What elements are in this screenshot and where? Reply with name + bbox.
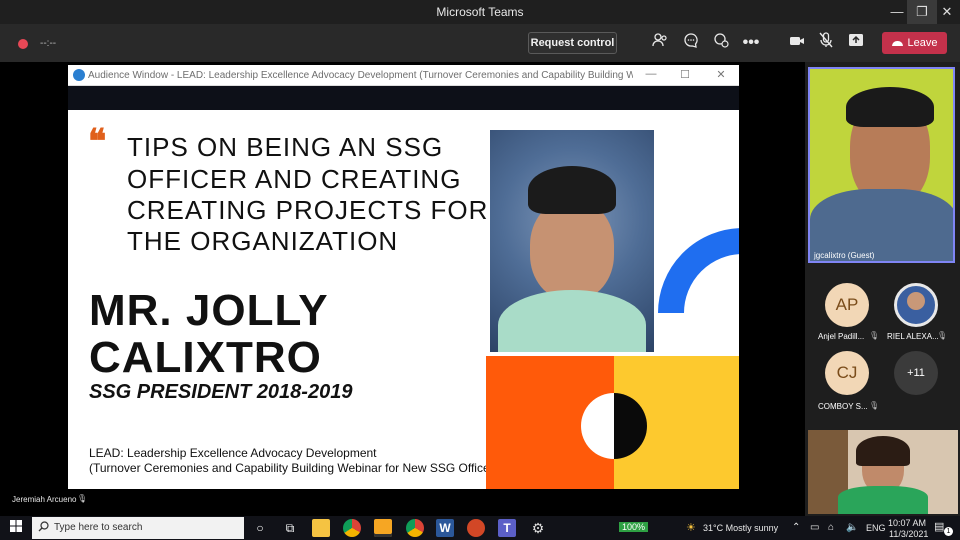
speaker-name-line-2: CALIXTRO bbox=[89, 333, 322, 382]
audience-window-titlebar: Audience Window - LEAD: Leadership Excel… bbox=[68, 65, 739, 86]
weather-text[interactable]: 31°C Mostly sunny bbox=[703, 523, 778, 533]
more-participants-button[interactable]: +11 bbox=[894, 351, 938, 395]
meeting-toolbar: --:-- Request control ••• Leave bbox=[0, 24, 960, 62]
word-icon[interactable]: W bbox=[436, 519, 454, 537]
quote-mark-icon: ❝ bbox=[88, 122, 107, 162]
slide-heading-line-3: CREATING PROJECTS FOR bbox=[127, 195, 489, 225]
participant-name-ap: Anjel Padill... bbox=[818, 332, 865, 341]
participant-name-cj: COMBOY S... bbox=[818, 402, 868, 411]
weather-icon: ☀ bbox=[686, 522, 696, 534]
notifications-icon[interactable]: ▤ bbox=[934, 520, 944, 533]
audience-window-title: Audience Window - LEAD: Leadership Excel… bbox=[88, 70, 633, 81]
camera-icon[interactable] bbox=[786, 32, 808, 54]
presenter-name-label: Jeremiah Arcueno bbox=[12, 495, 77, 504]
search-placeholder: Type here to search bbox=[54, 522, 143, 533]
more-actions-icon[interactable]: ••• bbox=[740, 32, 762, 54]
windows-taskbar: Type here to search ○ ⧉ W T ⚙ 100% ☀ 31°… bbox=[0, 516, 960, 540]
slide-heading-line-2: OFFICER AND CREATING bbox=[127, 164, 462, 194]
participant-video-second[interactable] bbox=[808, 430, 958, 514]
powerpoint-icon[interactable] bbox=[467, 519, 485, 537]
portrait-face bbox=[530, 200, 614, 300]
slide-footer-line-2: (Turnover Ceremonies and Capability Buil… bbox=[89, 461, 504, 475]
share-content-icon[interactable] bbox=[845, 32, 867, 54]
speaker-portrait bbox=[490, 130, 654, 352]
cortana-icon[interactable]: ○ bbox=[251, 519, 269, 537]
leave-label: Leave bbox=[907, 37, 938, 49]
participant-video-label: jgcalixtro (Guest) bbox=[814, 251, 875, 260]
mic-muted-icon: 🎙 bbox=[937, 331, 948, 340]
presentation-slide: ❝ TIPS ON BEING AN SSG OFFICER AND CREAT… bbox=[68, 110, 739, 489]
meet-now-icon[interactable]: ▭ bbox=[810, 522, 819, 533]
portrait-hair bbox=[528, 166, 616, 214]
speaker-name-line-1: MR. JOLLY bbox=[89, 286, 329, 335]
participant-avatar-ap[interactable]: AP bbox=[825, 283, 869, 327]
start-button[interactable] bbox=[7, 519, 25, 537]
presenter-mic-muted-icon: 🎙 bbox=[77, 494, 88, 503]
participant-name-riel: RIEL ALEXA... bbox=[887, 332, 939, 341]
recording-dot-icon bbox=[18, 39, 28, 49]
sticky-notes-icon[interactable] bbox=[374, 519, 392, 537]
riel-photo-face bbox=[907, 292, 925, 310]
window-title: Microsoft Teams bbox=[436, 5, 524, 19]
audience-close-button[interactable]: ✕ bbox=[711, 68, 731, 82]
audience-minimize-button[interactable]: — bbox=[641, 68, 661, 82]
audience-window: Audience Window - LEAD: Leadership Excel… bbox=[68, 65, 739, 489]
participant-avatar-riel[interactable] bbox=[894, 283, 938, 327]
tray-chevron-icon[interactable]: ⌃ bbox=[792, 522, 800, 533]
slide-top-band bbox=[68, 86, 739, 110]
clock-time[interactable]: 10:07 AM bbox=[888, 518, 926, 528]
task-view-icon[interactable]: ⧉ bbox=[281, 519, 299, 537]
speaker-role: SSG PRESIDENT 2018-2019 bbox=[89, 381, 353, 403]
portrait-shirt bbox=[498, 290, 646, 352]
mic-muted-icon: 🎙 bbox=[869, 401, 880, 410]
search-icon bbox=[38, 521, 49, 535]
half-circle-shape bbox=[581, 393, 647, 459]
participant-video-main[interactable]: jgcalixtro (Guest) bbox=[808, 67, 955, 263]
app-logo-icon bbox=[73, 69, 85, 81]
phone-hangup-icon bbox=[891, 40, 903, 46]
participant-hair bbox=[856, 436, 910, 466]
chat-icon[interactable] bbox=[680, 32, 702, 54]
meeting-timer: --:-- bbox=[40, 38, 57, 49]
reactions-icon[interactable] bbox=[710, 32, 732, 54]
taskbar-search-box[interactable]: Type here to search bbox=[32, 517, 244, 539]
chrome-profile-icon[interactable] bbox=[406, 519, 424, 537]
network-icon[interactable]: ⌂ bbox=[828, 522, 834, 533]
participant-hair bbox=[846, 87, 934, 127]
notification-count: 1 bbox=[944, 527, 953, 536]
chrome-icon[interactable] bbox=[343, 519, 361, 537]
file-explorer-icon[interactable] bbox=[312, 519, 330, 537]
participant-avatar-cj[interactable]: CJ bbox=[825, 351, 869, 395]
battery-meter-badge: 100% bbox=[619, 522, 649, 532]
audience-maximize-button[interactable]: ☐ bbox=[675, 68, 695, 82]
language-indicator[interactable]: ENG bbox=[866, 523, 886, 533]
title-bar: Microsoft Teams — ❐ ✕ bbox=[0, 0, 960, 24]
close-window-button[interactable]: ✕ bbox=[932, 0, 960, 24]
volume-icon[interactable]: 🔈 bbox=[846, 522, 858, 533]
slide-heading-line-1: TIPS ON BEING AN SSG bbox=[127, 132, 444, 162]
request-control-button[interactable]: Request control bbox=[528, 32, 617, 54]
teams-icon[interactable]: T bbox=[498, 519, 516, 537]
slide-footer-line-1: LEAD: Leadership Excellence Advocacy Dev… bbox=[89, 446, 377, 460]
leave-button[interactable]: Leave bbox=[882, 32, 947, 54]
clock-date[interactable]: 11/3/2021 bbox=[889, 529, 928, 539]
mic-muted-icon: 🎙 bbox=[869, 331, 880, 340]
participants-icon[interactable] bbox=[649, 32, 671, 54]
settings-gear-icon[interactable]: ⚙ bbox=[529, 519, 547, 537]
participant-shirt bbox=[838, 486, 928, 514]
mic-muted-icon[interactable] bbox=[815, 32, 837, 54]
slide-heading-line-4: THE ORGANIZATION bbox=[127, 226, 399, 256]
